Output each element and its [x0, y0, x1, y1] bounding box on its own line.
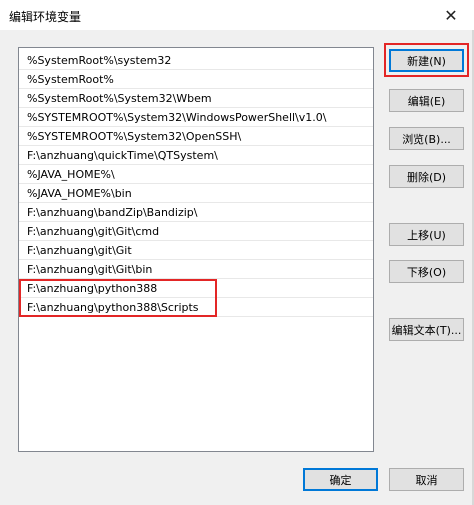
- list-item[interactable]: F:\anzhuang\quickTime\QTSystem\: [19, 146, 373, 165]
- list-item-label: %SystemRoot%\system32: [27, 54, 172, 67]
- list-item[interactable]: F:\anzhuang\git\Git: [19, 241, 373, 260]
- list-item-label: F:\anzhuang\git\Git\bin: [27, 263, 153, 276]
- list-item[interactable]: F:\anzhuang\bandZip\Bandizip\: [19, 203, 373, 222]
- ok-button[interactable]: 确定: [303, 468, 378, 491]
- list-item[interactable]: %SYSTEMROOT%\System32\OpenSSH\: [19, 127, 373, 146]
- move-down-button[interactable]: 下移(O): [389, 260, 464, 283]
- list-item[interactable]: F:\anzhuang\python388\Scripts: [19, 298, 373, 317]
- list-item-label: F:\anzhuang\quickTime\QTSystem\: [27, 149, 218, 162]
- list-item-label: F:\anzhuang\python388\Scripts: [27, 301, 199, 314]
- edit-env-var-dialog: 编辑环境变量 ✕ %SystemRoot%\system32 %SystemRo…: [0, 0, 474, 505]
- list-item[interactable]: F:\anzhuang\python388: [19, 279, 373, 298]
- list-item[interactable]: %JAVA_HOME%\: [19, 165, 373, 184]
- close-icon[interactable]: ✕: [428, 0, 474, 30]
- delete-button[interactable]: 删除(D): [389, 165, 464, 188]
- list-item[interactable]: %JAVA_HOME%\bin: [19, 184, 373, 203]
- list-item-label: %SystemRoot%\System32\Wbem: [27, 92, 212, 105]
- list-item[interactable]: %SystemRoot%\system32: [19, 51, 373, 70]
- list-item[interactable]: F:\anzhuang\git\Git\bin: [19, 260, 373, 279]
- list-item-label: %SYSTEMROOT%\System32\WindowsPowerShell\…: [27, 111, 327, 124]
- list-item[interactable]: F:\anzhuang\git\Git\cmd: [19, 222, 373, 241]
- list-item-label: F:\anzhuang\git\Git: [27, 244, 132, 257]
- list-item[interactable]: %SystemRoot%: [19, 70, 373, 89]
- edit-button[interactable]: 编辑(E): [389, 89, 464, 112]
- dialog-title: 编辑环境变量: [9, 10, 82, 24]
- title-bar: 编辑环境变量 ✕: [0, 0, 474, 30]
- list-item-label: F:\anzhuang\bandZip\Bandizip\: [27, 206, 198, 219]
- list-item-label: F:\anzhuang\git\Git\cmd: [27, 225, 160, 238]
- list-item-label: F:\anzhuang\python388: [27, 282, 158, 295]
- list-item[interactable]: %SystemRoot%\System32\Wbem: [19, 89, 373, 108]
- edit-text-button[interactable]: 编辑文本(T)...: [389, 318, 464, 341]
- list-item[interactable]: %SYSTEMROOT%\System32\WindowsPowerShell\…: [19, 108, 373, 127]
- list-item-label: %SystemRoot%: [27, 73, 114, 86]
- path-list[interactable]: %SystemRoot%\system32 %SystemRoot% %Syst…: [18, 47, 374, 452]
- list-item-label: %SYSTEMROOT%\System32\OpenSSH\: [27, 130, 242, 143]
- move-up-button[interactable]: 上移(U): [389, 223, 464, 246]
- list-item-label: %JAVA_HOME%\: [27, 168, 115, 181]
- new-button[interactable]: 新建(N): [389, 49, 464, 72]
- list-item-label: %JAVA_HOME%\bin: [27, 187, 132, 200]
- cancel-button[interactable]: 取消: [389, 468, 464, 491]
- browse-button[interactable]: 浏览(B)...: [389, 127, 464, 150]
